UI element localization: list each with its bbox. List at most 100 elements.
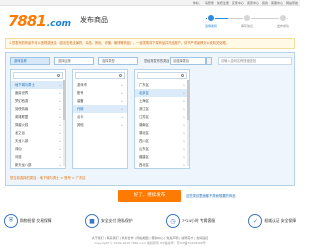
continue-button[interactable]: 好了，继续发布: [118, 190, 181, 202]
top-link-mine[interactable]: 我的: [262, 0, 268, 6]
chevron-right-icon: ▸: [183, 139, 185, 143]
list-item[interactable]: 代练 ▸: [73, 105, 127, 113]
scrollbar[interactable]: [63, 80, 65, 166]
recent-category-select[interactable]: 请选择类目: [170, 57, 206, 65]
chevron-right-icon: ▸: [183, 107, 185, 111]
list-item[interactable]: 装备 ▸: [73, 97, 127, 105]
top-link-register[interactable]: 免费注册: [217, 0, 229, 6]
step-1: 选择类别: [200, 14, 222, 28]
chevron-right-icon: ▸: [59, 131, 61, 135]
top-link-login[interactable]: 请登录: [205, 0, 214, 6]
chevron-right-icon: ▸: [59, 163, 61, 167]
chevron-right-icon: ▸: [59, 147, 61, 151]
list-item[interactable]: 梦幻西游 ▸: [11, 97, 65, 105]
shield-icon: ⛨: [4, 214, 18, 228]
list-item[interactable]: 北京区 ▸: [135, 89, 189, 97]
top-links: 你好， 请登录 免费注册 买家中心 卖家中心 我的 客服中心 网站导航: [193, 0, 298, 6]
list-item[interactable]: 游戏币 ▸: [73, 81, 127, 89]
tab-server[interactable]: 选择区服: [54, 57, 94, 65]
search-icon: [57, 74, 60, 77]
step-dot: [207, 14, 215, 22]
chevron-right-icon: ▸: [59, 107, 61, 111]
logo-domain: .com: [46, 19, 72, 29]
scrollbar-thumb[interactable]: [63, 80, 65, 120]
tab-game-name[interactable]: 游戏名称: [10, 57, 50, 65]
chevron-right-icon: ▸: [59, 91, 61, 95]
list-item[interactable]: 广东区 ▸: [135, 81, 189, 89]
type-list: 游戏币 ▸ 账号 ▸ 装备 ▸ 代练 ▸ 点卡 ▸ 其他 ▸: [73, 81, 127, 129]
list-item[interactable]: 点卡 ▸: [73, 113, 127, 121]
chevron-right-icon: ▸: [183, 131, 185, 135]
list-item[interactable]: 湖南区 ▸: [135, 121, 189, 129]
list-item[interactable]: 英雄联盟 ▸: [11, 113, 65, 121]
list-item[interactable]: 湖北区 ▸: [135, 129, 189, 137]
chevron-right-icon: ▸: [121, 99, 123, 103]
selected-path: 您当前选择的类目：地下城与勇士 > 账号 > 广东区: [10, 176, 86, 180]
footer-links[interactable]: 关于我们 | 联系我们 | 商务合作 | 网站地图 | 帮助中心 | 免责声明 …: [0, 236, 300, 240]
list-item[interactable]: 上海区 ▸: [135, 97, 189, 105]
recent-category-label: 您经常发布的类目：: [144, 59, 173, 63]
chevron-right-icon: ▸: [183, 115, 185, 119]
column-search[interactable]: [137, 72, 187, 79]
chevron-right-icon: ▸: [59, 155, 61, 159]
lock-icon: ■: [84, 214, 99, 228]
site-logo[interactable]: 7881 .com: [8, 12, 72, 30]
feature-text: 购物担保 交易保障: [20, 218, 52, 223]
chevron-right-icon: ▸: [59, 83, 61, 87]
chevron-right-icon: ▸: [121, 107, 123, 111]
step-label: 发布成功: [276, 24, 289, 28]
chevron-right-icon: ▸: [183, 91, 185, 95]
list-item[interactable]: 西北区 ▸: [135, 161, 189, 169]
list-item[interactable]: 穿越火线 ▸: [11, 121, 65, 129]
search-row: 游戏名称 选择区服 选择类型 您经常发布的类目： 请选择类目 请输入游戏名称快速…: [10, 57, 292, 65]
list-item[interactable]: 龙之谷 ▸: [11, 129, 65, 137]
top-bar: 你好， 请登录 免费注册 买家中心 卖家中心 我的 客服中心 网站导航: [0, 0, 300, 6]
feature-item: ⛨ 购物担保 交易保障: [4, 210, 52, 232]
chevron-right-icon: ▸: [183, 99, 185, 103]
column-game: 地下城与勇士 ▸ 魔兽世界 ▸ 梦幻西游 ▸ 剑侠情缘 ▸ 英雄联盟 ▸ 穿越火线 ▸ 龙之…: [10, 69, 66, 169]
step-dot: [279, 14, 287, 22]
list-item[interactable]: 地下城与勇士 ▸: [11, 81, 65, 89]
list-item[interactable]: 天龙八部 ▸: [11, 137, 65, 145]
list-item[interactable]: 浙江区 ▸: [135, 105, 189, 113]
list-item[interactable]: 问道 ▸: [11, 153, 65, 161]
step-3: 发布成功: [272, 14, 294, 28]
list-item[interactable]: 剑侠情缘 ▸: [11, 105, 65, 113]
scrollbar[interactable]: [187, 80, 189, 166]
list-item[interactable]: 诛仙 ▸: [11, 145, 65, 153]
chevron-right-icon: ▸: [121, 123, 123, 127]
tab-type[interactable]: 选择类型: [98, 57, 138, 65]
step-indicator: 选择类别 填写信息 发布成功: [200, 10, 294, 32]
feature-text: 权威认证 安全保障: [264, 218, 296, 223]
list-item[interactable]: 账号 ▸: [73, 89, 127, 97]
help-link[interactable]: 这些类目里面都不是我想要的商品: [186, 193, 235, 198]
scrollbar-thumb[interactable]: [187, 80, 189, 120]
top-link-service[interactable]: 客服中心: [271, 0, 283, 6]
search-icon: [119, 74, 122, 77]
list-item[interactable]: 福建区 ▸: [135, 153, 189, 161]
chevron-right-icon: ▸: [121, 115, 123, 119]
list-item[interactable]: 四川区 ▸: [135, 137, 189, 145]
list-item[interactable]: 江苏区 ▸: [135, 113, 189, 121]
chevron-right-icon: ▸: [59, 99, 61, 103]
list-item[interactable]: 其他 ▸: [73, 121, 127, 129]
category-panel: 游戏名称 选择区服 选择类型 您经常发布的类目： 请选择类目 请输入游戏名称快速…: [5, 52, 295, 186]
feature-item: ✓ 权威认证 安全保障: [248, 210, 296, 232]
chevron-right-icon: ▸: [183, 83, 185, 87]
top-link-nav[interactable]: 网站导航: [286, 0, 298, 6]
column-search[interactable]: [75, 72, 125, 79]
region-list: 广东区 ▸ 北京区 ▸ 上海区 ▸ 浙江区 ▸ 江苏区 ▸ 湖南区 ▸ 湖北区 ▸ 四川区 ▸ …: [135, 81, 189, 169]
top-link-seller[interactable]: 卖家中心: [247, 0, 259, 6]
column-search[interactable]: [13, 72, 63, 79]
publish-page: 你好， 请登录 免费注册 买家中心 卖家中心 我的 客服中心 网站导航 7881…: [0, 0, 300, 250]
chevron-right-icon: ▸: [59, 139, 61, 143]
list-item[interactable]: 魔兽世界 ▸: [11, 89, 65, 97]
column-region: 广东区 ▸ 北京区 ▸ 上海区 ▸ 浙江区 ▸ 江苏区 ▸ 湖南区 ▸ 湖北区 ▸ 四川区 ▸ …: [134, 69, 190, 169]
list-item[interactable]: 山东区 ▸: [135, 145, 189, 153]
game-search-input[interactable]: 请输入游戏名称快速查找: [218, 57, 292, 65]
list-item[interactable]: 新天龙八部 ▸: [11, 161, 65, 169]
top-link-buyer[interactable]: 买家中心: [232, 0, 244, 6]
chevron-right-icon: ▸: [59, 115, 61, 119]
clock-icon: ◷: [165, 214, 180, 228]
dropdown-button[interactable]: [206, 57, 212, 65]
